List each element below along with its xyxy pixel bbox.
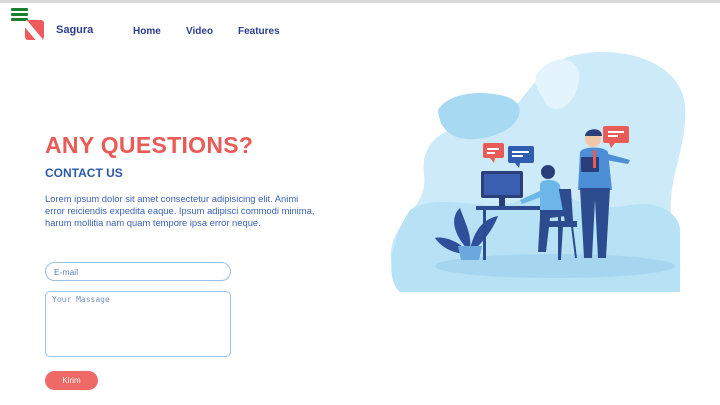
sagura-logo-icon[interactable] bbox=[25, 20, 44, 40]
plant-pot bbox=[458, 246, 482, 260]
top-border bbox=[0, 0, 720, 3]
monitor-stand bbox=[499, 198, 505, 206]
monitor-screen bbox=[484, 174, 520, 195]
contact-subtitle: CONTACT US bbox=[45, 166, 123, 180]
desk-leg-left bbox=[483, 210, 486, 260]
chat-bubble-blue bbox=[508, 146, 534, 163]
man-laptop bbox=[581, 157, 599, 172]
chat-bubble-red-right bbox=[603, 126, 629, 143]
email-field[interactable] bbox=[45, 262, 231, 281]
nav-features[interactable]: Features bbox=[238, 26, 280, 37]
chat-bubble-red bbox=[483, 143, 504, 158]
contact-illustration bbox=[390, 52, 686, 292]
message-field[interactable] bbox=[45, 291, 231, 357]
nav-home[interactable]: Home bbox=[133, 26, 161, 37]
description-text: Lorem ipsum dolor sit amet consectetur a… bbox=[45, 193, 315, 228]
nav-video[interactable]: Video bbox=[186, 26, 213, 37]
man-tie bbox=[593, 150, 596, 168]
submit-button[interactable]: Kirim bbox=[45, 371, 98, 390]
page-title: ANY QUESTIONS? bbox=[45, 132, 254, 158]
woman-head bbox=[541, 165, 555, 179]
brand-name[interactable]: Sagura bbox=[56, 24, 93, 36]
